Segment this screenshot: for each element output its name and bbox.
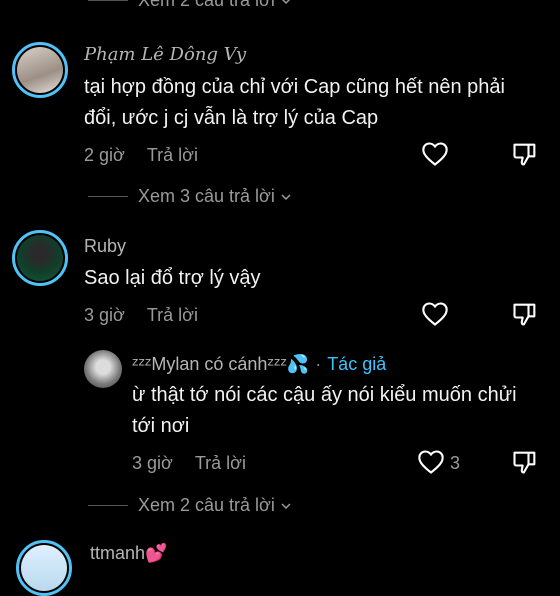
dislike-icon[interactable] xyxy=(511,448,539,476)
comment-text: tại hợp đồng của chỉ với Cap cũng hết nê… xyxy=(84,76,505,129)
view-replies-label: Xem 2 câu trả lời xyxy=(138,495,275,515)
heart-outline-icon[interactable] xyxy=(421,300,449,328)
chevron-down-icon xyxy=(281,193,291,200)
divider xyxy=(88,505,128,506)
avatar[interactable] xyxy=(12,230,68,286)
avatar[interactable] xyxy=(84,350,122,388)
separator: · xyxy=(315,354,322,374)
reply-button[interactable]: Trả lời xyxy=(147,305,198,326)
heart-outline-icon[interactable] xyxy=(417,448,445,476)
view-replies[interactable]: Xem 3 câu trả lời xyxy=(88,186,291,207)
comment-time: 2 giờ xyxy=(84,145,125,165)
reply-header: ᶻᶻᶻMylan có cánhᶻᶻᶻ💦 · Tác giả xyxy=(132,354,386,375)
comment-text: Sao lại đổ trợ lý vậy xyxy=(84,267,261,289)
chevron-down-icon xyxy=(281,502,291,509)
divider xyxy=(88,0,128,1)
chevron-down-icon xyxy=(282,0,290,4)
comment-meta: 2 giờ Trả lời xyxy=(84,145,198,166)
view-replies[interactable]: Xem 2 câu trả lời xyxy=(88,495,291,516)
author-badge: Tác giả xyxy=(327,354,387,374)
reply-button[interactable]: Trả lời xyxy=(195,453,246,474)
comment-time: 3 giờ xyxy=(132,453,173,473)
avatar[interactable] xyxy=(12,42,68,98)
commenter-name[interactable]: Ruby xyxy=(84,236,126,257)
view-replies-label: Xem 2 câu trả lời xyxy=(138,0,275,10)
heart-outline-icon[interactable] xyxy=(421,140,449,168)
comment-time: 3 giờ xyxy=(84,305,125,325)
dislike-icon[interactable] xyxy=(511,300,539,328)
commenter-name[interactable]: ᶻᶻᶻMylan có cánhᶻᶻᶻ💦 xyxy=(132,354,309,375)
commenter-name[interactable]: Phạm Lê Dông Vy xyxy=(84,44,246,65)
comment-meta: 3 giờ Trả lời xyxy=(132,453,246,474)
view-replies-top[interactable]: Xem 2 câu trả lời xyxy=(88,0,291,11)
divider xyxy=(88,196,128,197)
comment-meta: 3 giờ Trả lời xyxy=(84,305,198,326)
avatar[interactable] xyxy=(16,540,72,596)
view-replies-label: Xem 3 câu trả lời xyxy=(138,186,275,206)
like-count: 3 xyxy=(450,453,461,473)
dislike-icon[interactable] xyxy=(511,140,539,168)
commenter-name[interactable]: ttmanh💕 xyxy=(90,543,167,564)
reply-button[interactable]: Trả lời xyxy=(147,145,198,166)
comment-text: ừ thật tớ nói các cậu ấy nói kiểu muốn c… xyxy=(132,384,517,437)
